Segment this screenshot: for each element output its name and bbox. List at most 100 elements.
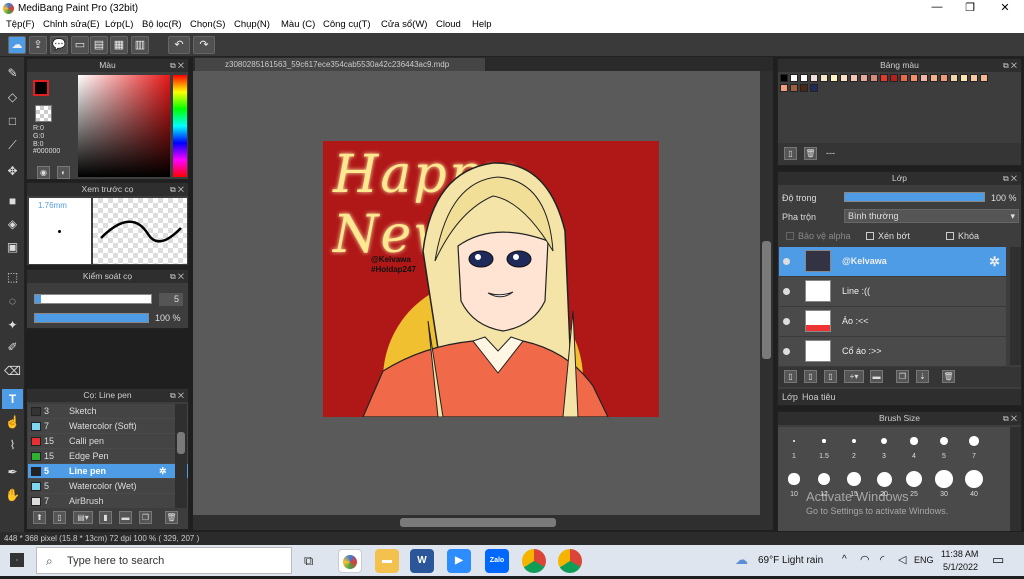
brush-item-line-pen[interactable]: 5 Line pen ✲	[28, 464, 188, 479]
layer-folder-icon[interactable]: ▬	[870, 370, 883, 383]
palette-swatch[interactable]	[900, 74, 908, 82]
brush-opacity-slider[interactable]	[34, 313, 149, 323]
maximize-button[interactable]: ❐	[955, 1, 985, 16]
brush-size-cell[interactable]: 30	[930, 467, 958, 503]
document-tab[interactable]: z3080285161563_59c617ece354cab5530a42c23…	[195, 58, 485, 71]
brush-duplicate-icon[interactable]: ❐	[139, 511, 152, 524]
menu-filter[interactable]: Bộ lọc(R)	[142, 19, 182, 30]
palette-add-icon[interactable]: ▯	[784, 147, 797, 160]
palette-swatch[interactable]	[860, 74, 868, 82]
lock-checkbox[interactable]	[946, 232, 954, 240]
redo-icon[interactable]: ↷	[193, 36, 215, 54]
layer-row[interactable]: Cổ áo :>>	[779, 337, 1006, 367]
palette-swatch[interactable]	[870, 74, 878, 82]
layer-add-menu-icon[interactable]: +▾	[844, 370, 864, 383]
layer-row[interactable]: Line :((	[779, 277, 1006, 307]
palette-swatch[interactable]	[800, 74, 808, 82]
palette-swatch[interactable]	[970, 74, 978, 82]
palette-swatch[interactable]	[920, 74, 928, 82]
hand-tool-icon[interactable]: ✋	[2, 485, 23, 505]
palette-swatch[interactable]	[810, 74, 818, 82]
brush-tool-icon[interactable]: ✎	[2, 63, 23, 83]
weather-text[interactable]: 69°F Light rain	[758, 555, 823, 566]
protect-alpha-checkbox[interactable]	[786, 232, 794, 240]
menu-edit[interactable]: Chỉnh sửa(E)	[43, 19, 100, 30]
panel-close-icon[interactable]: ⧉ ✕	[170, 270, 184, 283]
layer-merge-icon[interactable]: ⇣	[916, 370, 929, 383]
chrome-profile-icon[interactable]	[558, 549, 582, 573]
grid-icon[interactable]: ▦	[110, 36, 128, 54]
brush-size-cell[interactable]: 40	[960, 467, 988, 503]
cloud-icon[interactable]: ☁	[8, 36, 26, 54]
palette-swatch[interactable]	[790, 74, 798, 82]
menu-color[interactable]: Màu (C)	[281, 19, 315, 30]
layer-visibility-icon[interactable]	[783, 288, 790, 295]
gear-icon[interactable]: ✲	[159, 464, 167, 479]
brush-size-cell[interactable]: 5	[930, 429, 958, 465]
language-indicator[interactable]: ENG	[914, 555, 934, 565]
panel-close-icon[interactable]: ⧉ ✕	[1003, 412, 1017, 425]
share-icon[interactable]: ⇪	[29, 36, 47, 54]
panel-icon[interactable]: ▥	[131, 36, 149, 54]
chrome-icon[interactable]	[522, 549, 546, 573]
menu-help[interactable]: Help	[472, 19, 492, 30]
word-icon[interactable]: W	[410, 549, 434, 573]
brush-folder-icon[interactable]: ▬	[119, 511, 132, 524]
select-pen-icon[interactable]: ✐	[2, 337, 23, 357]
artwork-canvas[interactable]: Happy New @Kelvawa #Holdap247	[323, 141, 659, 417]
clipping-checkbox[interactable]	[866, 232, 874, 240]
panel-close-icon[interactable]: ⧉ ✕	[170, 183, 184, 196]
brush-delete-icon[interactable]: 🗑	[165, 511, 178, 524]
brush-size-scrollbar[interactable]	[1010, 427, 1021, 531]
select-tool-icon[interactable]: ⬚	[2, 267, 23, 287]
volume-icon[interactable]: ◁	[898, 553, 906, 566]
network-icon[interactable]: ◠	[860, 553, 870, 566]
taskbar-search-box[interactable]: ⌕ Type here to search	[36, 547, 292, 574]
magic-wand-icon[interactable]: ✦	[2, 315, 23, 335]
brush-item-watercolor-wet[interactable]: 5 Watercolor (Wet)	[28, 479, 188, 494]
brush-new-icon[interactable]: ▯	[53, 511, 66, 524]
menu-tools[interactable]: Công cụ(T)	[323, 19, 371, 30]
text-tool-icon[interactable]: T	[2, 389, 23, 409]
layer-visibility-icon[interactable]	[783, 318, 790, 325]
layer-new-8bit-icon[interactable]: ▯	[804, 370, 817, 383]
file-explorer-icon[interactable]: ▬	[375, 549, 399, 573]
layer-list-scrollbar[interactable]	[1010, 247, 1021, 365]
gear-icon[interactable]: ✲	[989, 254, 1000, 270]
tray-chevron-icon[interactable]: ^	[842, 554, 847, 565]
layer-visibility-icon[interactable]	[783, 348, 790, 355]
brush-copy-icon[interactable]: ▮	[99, 511, 112, 524]
layer-new-icon[interactable]: ▯	[784, 370, 797, 383]
palette-delete-icon[interactable]: 🗑	[804, 147, 817, 160]
palette-swatch[interactable]	[820, 74, 828, 82]
eyedropper-icon[interactable]: ✒	[2, 462, 23, 482]
zoom-icon[interactable]: ▶	[447, 549, 471, 573]
brush-size-slider[interactable]	[34, 294, 152, 304]
minimize-button[interactable]: —	[922, 1, 952, 16]
brush-item-airbrush[interactable]: 7 AirBrush	[28, 494, 188, 508]
brush-size-cell[interactable]: 10	[780, 467, 808, 503]
dropper-tool-icon[interactable]: ⌇	[2, 435, 23, 455]
tab-navigator[interactable]: Hoa tiêu	[802, 392, 836, 402]
notification-icon[interactable]: ▭	[992, 552, 1004, 568]
windows-start-icon[interactable]	[10, 553, 24, 567]
brush-menu-icon[interactable]: ▤▾	[73, 511, 93, 524]
lasso-tool-icon[interactable]: ◌	[2, 291, 23, 311]
panel-close-icon[interactable]: ⧉ ✕	[1003, 59, 1017, 72]
menu-window[interactable]: Cửa sổ(W)	[381, 19, 427, 30]
menu-file[interactable]: Tệp(F)	[6, 19, 35, 30]
wifi-icon[interactable]: ◜	[880, 553, 884, 566]
palette-swatch[interactable]	[780, 74, 788, 82]
transparent-color[interactable]	[35, 105, 52, 122]
palette-swatch[interactable]	[780, 84, 788, 92]
menu-cloud[interactable]: Cloud	[436, 19, 461, 30]
operation-tool-icon[interactable]: ☝	[2, 412, 23, 432]
brush-item-watercolor-soft[interactable]: 7 Watercolor (Soft)	[28, 419, 188, 434]
eraser-tool-icon[interactable]: ◇	[2, 87, 23, 107]
undo-icon[interactable]: ↶	[168, 36, 190, 54]
palette-swatch[interactable]	[800, 84, 808, 92]
palette-swatch[interactable]	[790, 84, 798, 92]
brush-add-icon[interactable]: ⬆	[33, 511, 46, 524]
menu-layer[interactable]: Lớp(L)	[105, 19, 133, 30]
comment-icon[interactable]: 💬	[50, 36, 68, 54]
